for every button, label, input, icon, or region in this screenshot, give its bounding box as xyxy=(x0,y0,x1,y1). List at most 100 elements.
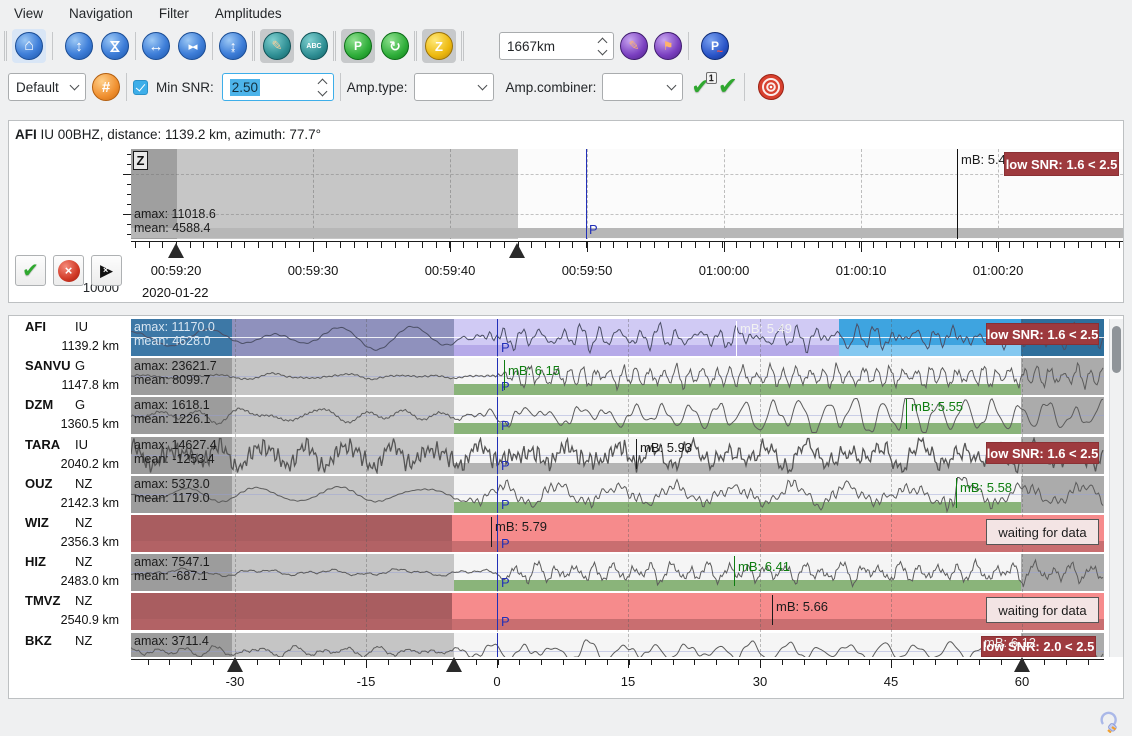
time-cursor-triangle[interactable] xyxy=(446,657,462,672)
trace-row-HIZ[interactable]: amax: 7547.1mean: -687.1PmB: 6.41 xyxy=(131,554,1104,591)
trace-scrollbar[interactable] xyxy=(1109,319,1123,657)
component-z-toggle-button[interactable]: Z xyxy=(422,29,456,63)
p-pick-marker[interactable] xyxy=(586,149,587,239)
amplitude-marker[interactable] xyxy=(957,149,958,239)
network-code: NZ xyxy=(75,476,92,491)
minor-tick xyxy=(1037,241,1038,248)
toolbar-handle[interactable] xyxy=(4,31,7,61)
min-snr-spinbox[interactable]: 2.50 xyxy=(222,73,334,101)
reject-button[interactable]: × xyxy=(53,255,84,286)
minor-tick xyxy=(326,241,327,248)
repick-icon[interactable]: ↻ xyxy=(381,32,409,60)
station-code: TARA xyxy=(25,437,60,452)
minor-tick xyxy=(1119,241,1120,248)
p-pick-marker[interactable] xyxy=(497,593,498,630)
station-label-AFI[interactable]: AFIIU1139.2 km xyxy=(9,319,131,356)
minor-tick xyxy=(1078,241,1079,248)
amplitude-marker[interactable] xyxy=(772,595,773,625)
time-cursor-triangle[interactable] xyxy=(509,243,525,258)
trace-row-OUZ[interactable]: amax: 5373.0mean: 1179.0PmB: 5.58 xyxy=(131,476,1104,513)
spin-arrows[interactable] xyxy=(319,77,326,98)
station-label-WIZ[interactable]: WIZNZ2356.3 km xyxy=(9,515,131,552)
menubar: View Navigation Filter Amplitudes xyxy=(0,0,1132,26)
station-label-OUZ[interactable]: OUZNZ2142.3 km xyxy=(9,476,131,513)
trace-row-DZM[interactable]: amax: 1618.1mean: 1226.1PmB: 5.55 xyxy=(131,397,1104,434)
time-gridline xyxy=(450,149,451,239)
distance-spinbox[interactable]: 1667km xyxy=(499,32,614,60)
station-code: AFI xyxy=(15,127,37,142)
mb-value-label: mB: 5.79 xyxy=(495,519,547,534)
menu-amplitudes[interactable]: Amplitudes xyxy=(211,4,286,23)
p-pick-marker[interactable] xyxy=(497,476,498,513)
mean-label: mean: -1253.4 xyxy=(134,452,215,466)
trace-row-WIZ[interactable]: Pwaiting for datamB: 5.79 xyxy=(131,515,1104,552)
menu-view[interactable]: View xyxy=(10,4,47,23)
amplitude-marker[interactable] xyxy=(736,321,737,356)
trace-row-AFI[interactable]: amax: 11170.0mean: 4628.0Plow SNR: 1.6 <… xyxy=(131,319,1104,356)
time-gridline xyxy=(313,149,314,239)
menu-filter[interactable]: Filter xyxy=(155,4,193,23)
status-stripe xyxy=(131,541,452,552)
p-pick-marker[interactable] xyxy=(497,554,498,591)
p-pick-marker[interactable] xyxy=(497,358,498,395)
station-label-DZM[interactable]: DZMG1360.5 km xyxy=(9,397,131,434)
apply-one-button[interactable]: ✔1 xyxy=(691,76,709,98)
spin-arrows[interactable] xyxy=(599,36,606,57)
magnitude-count-icon[interactable]: # xyxy=(92,73,120,101)
fit-amplitudes-icon[interactable]: ↨ xyxy=(219,32,247,60)
trace-row-SANVU[interactable]: amax: 23621.7mean: 8099.7PmB: 6.15 xyxy=(131,358,1104,395)
station-label-SANVU[interactable]: SANVUG1147.8 km xyxy=(9,358,131,395)
component-z-badge: Z xyxy=(133,151,148,170)
amplitude-marker[interactable] xyxy=(636,439,637,469)
confirm-button[interactable]: ✔ xyxy=(15,255,46,286)
profile-combobox[interactable]: Default xyxy=(8,73,86,101)
menu-navigation[interactable]: Navigation xyxy=(65,4,137,23)
scale-amplitude-icon[interactable]: ✎ xyxy=(620,32,648,60)
p-pick-marker[interactable] xyxy=(497,319,498,356)
annotation-abc-icon[interactable]: ABC xyxy=(300,32,328,60)
time-cursor-triangle[interactable] xyxy=(168,243,184,258)
p-pick-marker[interactable] xyxy=(497,633,498,657)
min-snr-checkbox[interactable] xyxy=(133,80,148,95)
time-cursor-triangle[interactable] xyxy=(227,657,243,672)
minor-tick xyxy=(750,241,751,248)
amp-combiner-combobox[interactable] xyxy=(602,73,683,101)
amp-type-combobox[interactable] xyxy=(414,73,494,101)
mean-label: mean: 1226.1 xyxy=(134,412,210,426)
compress-horizontal-icon[interactable]: ▸◂ xyxy=(178,32,206,60)
expand-horizontal-icon[interactable]: ↔ xyxy=(142,32,170,60)
expand-vertical-icon[interactable]: ↕ xyxy=(65,32,93,60)
apply-all-button[interactable]: ✔ xyxy=(718,75,738,99)
trace-row-TMVZ[interactable]: Pwaiting for datamB: 5.66 xyxy=(131,593,1104,630)
minor-tick xyxy=(673,659,674,665)
scrollbar-thumb[interactable] xyxy=(1112,326,1121,373)
amplitude-marker[interactable] xyxy=(734,556,735,586)
fit-time-window-icon[interactable]: ⋈ xyxy=(101,32,129,60)
trace-row-BKZ[interactable]: amax: 3711.4low SNR: 2.0 < 2.5mB: 6.12 xyxy=(131,633,1104,657)
station-label-TARA[interactable]: TARAIU2040.2 km xyxy=(9,437,131,474)
trace-row-TARA[interactable]: amax: 14627.4mean: -1253.4Plow SNR: 1.6 … xyxy=(131,437,1104,474)
ruler-toggle-button[interactable]: ✎ xyxy=(260,29,294,63)
amplitude-marker[interactable] xyxy=(906,399,907,429)
minor-tick xyxy=(600,241,601,248)
p-pick-marker[interactable] xyxy=(497,437,498,474)
station-label-HIZ[interactable]: HIZNZ2483.0 km xyxy=(9,554,131,591)
home-button[interactable]: ⌂ xyxy=(12,29,46,63)
station-label-TMVZ[interactable]: TMVZNZ2540.9 km xyxy=(9,593,131,630)
mean-label: mean: 8099.7 xyxy=(134,373,210,387)
amplitude-marker[interactable] xyxy=(504,360,505,390)
p-pick-marker[interactable] xyxy=(497,397,498,434)
time-window-icon[interactable]: ⚑ xyxy=(654,32,682,60)
recompute-target-icon[interactable] xyxy=(757,73,785,101)
amplitude-marker[interactable] xyxy=(956,478,957,508)
main-plot[interactable]: Z amax: 11018.6 mean: 4588.4 P mB: 5.49 … xyxy=(131,149,1123,239)
pick-p-toggle-button[interactable]: P xyxy=(341,29,375,63)
separator xyxy=(52,32,53,60)
amplitude-marker[interactable] xyxy=(491,517,492,547)
station-label-BKZ[interactable]: BKZNZ xyxy=(9,633,131,657)
minor-tick xyxy=(301,659,302,665)
trace-list-panel: AFIIU1139.2 kmSANVUG1147.8 kmDZMG1360.5 … xyxy=(8,315,1124,699)
time-cursor-triangle[interactable] xyxy=(1014,657,1030,672)
skip-button[interactable]: ▶× xyxy=(91,255,122,286)
compute-amplitudes-icon[interactable]: P ~ xyxy=(701,32,729,60)
